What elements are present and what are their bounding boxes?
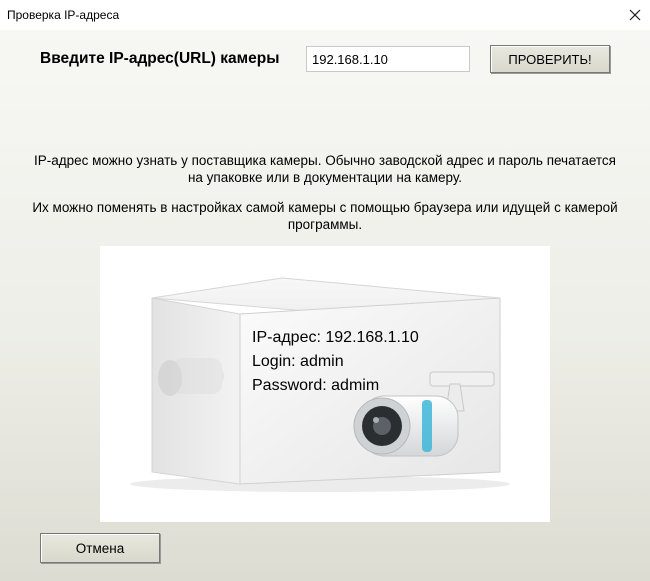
close-icon	[629, 9, 641, 21]
info-line: Их можно поменять в настройках самой кам…	[32, 200, 618, 215]
check-button[interactable]: ПРОВЕРИТЬ!	[490, 45, 610, 73]
ip-address-input[interactable]	[306, 46, 470, 72]
close-button[interactable]	[620, 0, 650, 30]
box-label-login: Login: admin	[252, 353, 344, 370]
dialog-body: Введите IP-адрес(URL) камеры ПРОВЕРИТЬ! …	[0, 30, 650, 581]
info-paragraph-2: Их можно поменять в настройках самой кам…	[0, 199, 650, 233]
ip-prompt-label: Введите IP-адрес(URL) камеры	[40, 50, 280, 67]
camera-box-image: IP-адрес: 192.168.1.10 Login: admin Pass…	[100, 246, 550, 522]
cancel-button[interactable]: Отмена	[40, 533, 160, 563]
info-line: на упаковке или в документации на камеру…	[187, 170, 463, 185]
box-label-ip: IP-адрес: 192.168.1.10	[252, 329, 419, 346]
info-paragraph-1: IP-адрес можно узнать у поставщика камер…	[0, 152, 650, 186]
info-line: IP-адрес можно узнать у поставщика камер…	[33, 153, 616, 168]
window-title: Проверка IP-адреса	[7, 8, 120, 22]
title-bar: Проверка IP-адреса	[0, 0, 650, 30]
box-label-password: Password: admim	[252, 377, 379, 394]
info-line: программы.	[287, 217, 363, 232]
